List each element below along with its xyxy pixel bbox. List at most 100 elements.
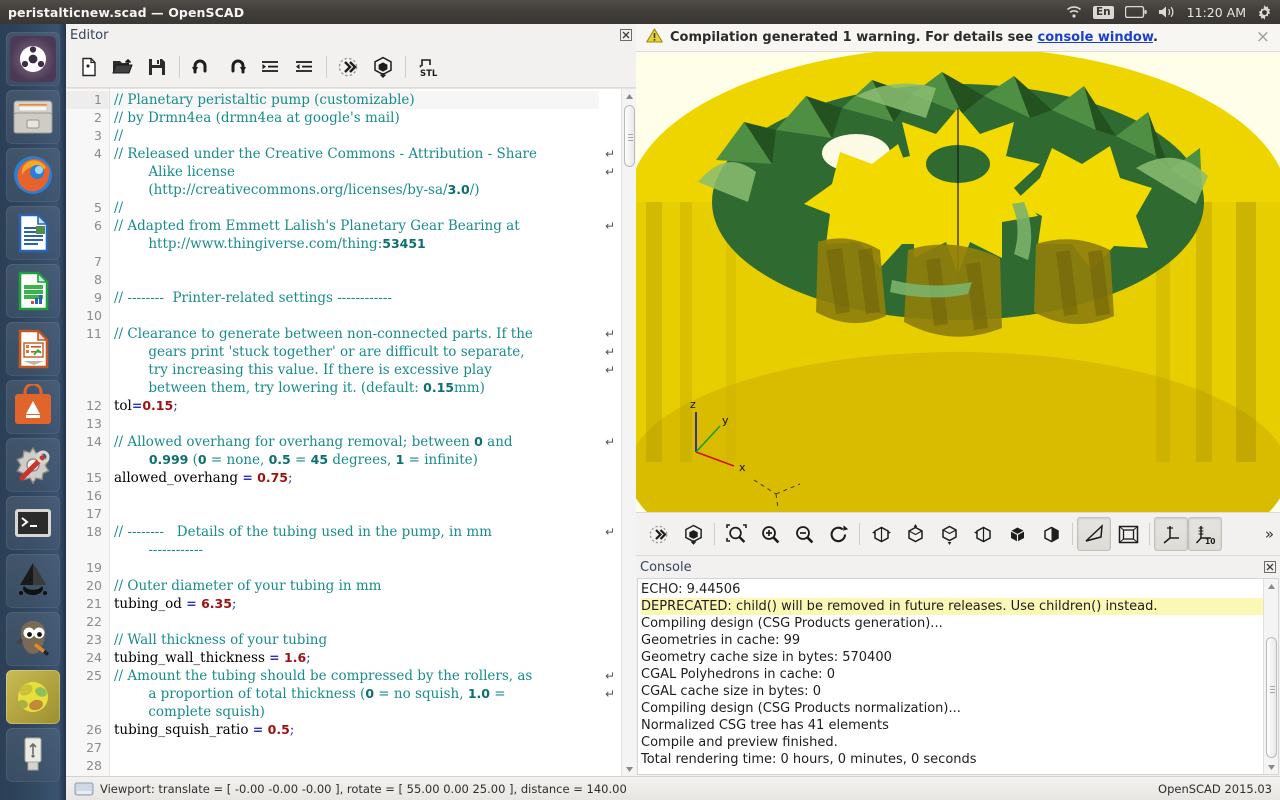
- scroll-up-icon[interactable]: [622, 89, 636, 103]
- code-line[interactable]: //: [110, 199, 599, 217]
- code-line[interactable]: // Amount the tubing should be compresse…: [110, 667, 599, 685]
- code-line[interactable]: [110, 739, 599, 757]
- scroll-up-icon[interactable]: [1264, 579, 1278, 593]
- launcher-item-software-center[interactable]: [6, 380, 60, 434]
- code-line[interactable]: // Released under the Creative Commons -…: [110, 145, 599, 163]
- battery-icon[interactable]: [1124, 6, 1147, 18]
- console-output[interactable]: ECHO: 9.44506 DEPRECATED: child() will be…: [637, 578, 1279, 775]
- show-scale-markers-button[interactable]: 10: [1188, 517, 1222, 551]
- perspective-view-button[interactable]: [1077, 517, 1111, 551]
- warning-close-icon[interactable]: ×: [1256, 29, 1274, 46]
- code-line[interactable]: tubing_squish_ratio = 0.5;: [110, 721, 599, 739]
- launcher-item-libreoffice-calc[interactable]: [6, 264, 60, 318]
- zoom-all-button[interactable]: [719, 517, 753, 551]
- new-file-button[interactable]: [72, 50, 106, 84]
- console-window-link[interactable]: console window: [1038, 30, 1154, 45]
- scroll-down-icon[interactable]: [622, 762, 636, 776]
- code-line[interactable]: (http://creativecommons.org/licenses/by-…: [110, 181, 599, 199]
- render-button[interactable]: [676, 517, 710, 551]
- code-line[interactable]: gears print 'stuck together' or are diff…: [110, 343, 599, 361]
- left-view-button[interactable]: [966, 517, 1000, 551]
- code-line[interactable]: complete squish): [110, 703, 599, 721]
- undo-button[interactable]: [185, 50, 219, 84]
- launcher-item-inkscape[interactable]: [6, 554, 60, 608]
- code-line[interactable]: [110, 253, 599, 271]
- preview-button[interactable]: [642, 517, 676, 551]
- code-line[interactable]: [110, 487, 599, 505]
- export-stl-button[interactable]: STL: [411, 50, 445, 84]
- code-line[interactable]: // -------- Details of the tubing used i…: [110, 523, 599, 541]
- 3d-viewport[interactable]: z x y: [636, 52, 1280, 512]
- code-line[interactable]: // Outer diameter of your tubing in mm: [110, 577, 599, 595]
- code-line[interactable]: [110, 271, 599, 289]
- console-scroll-thumb[interactable]: [1266, 637, 1277, 758]
- zoom-out-button[interactable]: [787, 517, 821, 551]
- orthogonal-view-button[interactable]: [1111, 517, 1145, 551]
- launcher-item-ubuntu-dash[interactable]: [6, 32, 60, 86]
- code-line[interactable]: try increasing this value. If there is e…: [110, 361, 599, 379]
- code-line[interactable]: between them, try lowering it. (default:…: [110, 379, 599, 397]
- code-line[interactable]: // -------- Printer-related settings ---…: [110, 289, 599, 307]
- code-line[interactable]: // Planetary peristaltic pump (customiza…: [110, 91, 599, 109]
- code-line[interactable]: [110, 757, 599, 775]
- code-line[interactable]: tubing_od = 6.35;: [110, 595, 599, 613]
- reset-view-button[interactable]: [821, 517, 855, 551]
- console-close-icon[interactable]: [1263, 561, 1276, 574]
- code-line[interactable]: // Clearance to generate between non-con…: [110, 325, 599, 343]
- code-line[interactable]: ------------: [110, 541, 599, 559]
- launcher-item-files[interactable]: [6, 90, 60, 144]
- launcher-item-terminal[interactable]: [6, 496, 60, 550]
- code-line[interactable]: [110, 415, 599, 433]
- code-line[interactable]: [110, 307, 599, 325]
- code-editor[interactable]: 1 2 3 4 5 6 7 8 9 10 11 12 13 14 15 16 17 18 19 20 21 22 23 24 2…: [66, 88, 636, 776]
- bottom-view-button[interactable]: [932, 517, 966, 551]
- show-axes-button[interactable]: [1154, 517, 1188, 551]
- code-line[interactable]: tol=0.15;: [110, 397, 599, 415]
- code-line[interactable]: [110, 559, 599, 577]
- front-view-button[interactable]: [1000, 517, 1034, 551]
- wifi-icon[interactable]: [1066, 5, 1082, 19]
- launcher-item-libreoffice-impress[interactable]: [6, 322, 60, 376]
- code-line[interactable]: // by Drmn4ea (drmn4ea at google's mail): [110, 109, 599, 127]
- code-line[interactable]: [110, 505, 599, 523]
- launcher-item-firefox[interactable]: [6, 148, 60, 202]
- launcher-item-openscad[interactable]: [6, 670, 60, 724]
- volume-icon[interactable]: [1158, 5, 1176, 19]
- code-line[interactable]: http://www.thingiverse.com/thing:53451: [110, 235, 599, 253]
- redo-button[interactable]: [219, 50, 253, 84]
- launcher-item-libreoffice-writer[interactable]: [6, 206, 60, 260]
- code-line[interactable]: // Adapted from Emmett Lalish's Planetar…: [110, 217, 599, 235]
- render-button[interactable]: [366, 50, 400, 84]
- back-view-button[interactable]: [1034, 517, 1068, 551]
- preview-button[interactable]: [332, 50, 366, 84]
- indent-button[interactable]: [287, 50, 321, 84]
- code-line[interactable]: a proportion of total thickness (0 = no …: [110, 685, 599, 703]
- keyboard-layout-indicator[interactable]: En: [1093, 5, 1114, 19]
- open-file-button[interactable]: [106, 50, 140, 84]
- code-text-area[interactable]: // Planetary peristaltic pump (customiza…: [110, 89, 599, 776]
- editor-scroll-thumb[interactable]: [624, 105, 635, 167]
- right-view-button[interactable]: [864, 517, 898, 551]
- code-line[interactable]: //: [110, 127, 599, 145]
- code-line[interactable]: [110, 613, 599, 631]
- code-line[interactable]: tubing_wall_thickness = 1.6;: [110, 649, 599, 667]
- save-file-button[interactable]: [140, 50, 174, 84]
- launcher-item-system-settings[interactable]: [6, 438, 60, 492]
- editor-vertical-scrollbar[interactable]: [621, 89, 636, 776]
- clock[interactable]: 11:20 AM: [1187, 5, 1246, 20]
- top-view-button[interactable]: [898, 517, 932, 551]
- code-line[interactable]: Alike license: [110, 163, 599, 181]
- code-line[interactable]: allowed_overhang = 0.75;: [110, 469, 599, 487]
- code-line[interactable]: // Wall thickness of your tubing: [110, 631, 599, 649]
- console-vertical-scrollbar[interactable]: [1263, 579, 1278, 774]
- unindent-button[interactable]: [253, 50, 287, 84]
- code-line[interactable]: 0.999 (0 = none, 0.5 = 45 degrees, 1 = i…: [110, 451, 599, 469]
- view-toolbar-overflow-button[interactable]: »: [1265, 525, 1280, 543]
- editor-close-icon[interactable]: [619, 29, 632, 42]
- zoom-in-button[interactable]: [753, 517, 787, 551]
- scroll-down-icon[interactable]: [1264, 760, 1278, 774]
- launcher-item-usb-drive[interactable]: [6, 728, 60, 782]
- code-line[interactable]: // Allowed overhang for overhang removal…: [110, 433, 599, 451]
- launcher-item-gimp[interactable]: [6, 612, 60, 666]
- gear-icon[interactable]: [1257, 4, 1272, 20]
